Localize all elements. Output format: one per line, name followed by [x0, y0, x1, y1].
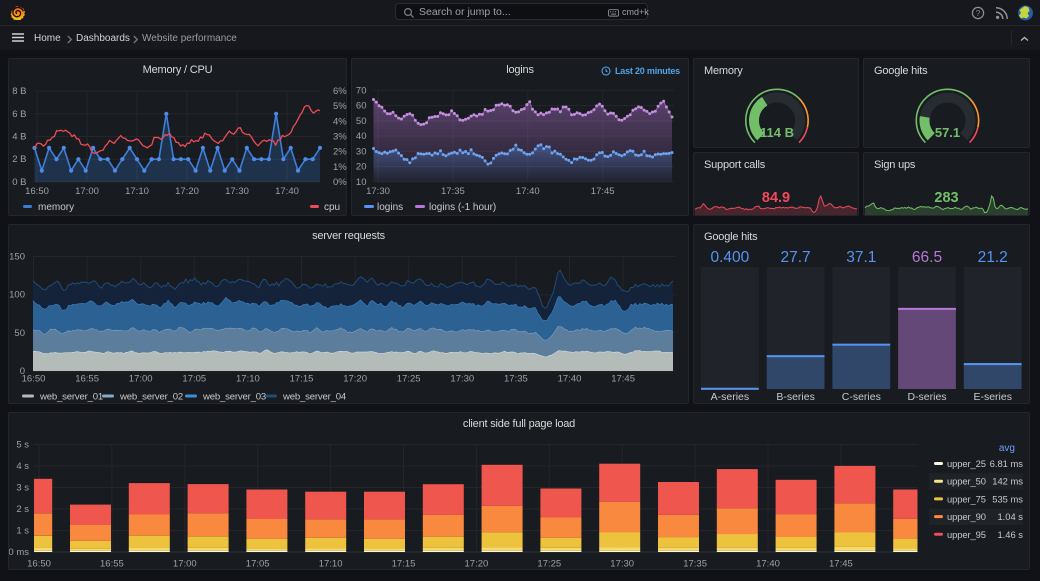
- svg-text:C-series: C-series: [842, 391, 881, 403]
- svg-text:6.81 ms: 6.81 ms: [990, 458, 1024, 469]
- svg-text:E-series: E-series: [973, 391, 1012, 403]
- svg-text:D-series: D-series: [907, 391, 946, 403]
- svg-text:16:55: 16:55: [75, 374, 99, 385]
- svg-text:avg: avg: [999, 443, 1015, 454]
- svg-text:535 ms: 535 ms: [992, 493, 1023, 504]
- svg-text:17:05: 17:05: [246, 559, 270, 570]
- svg-text:3%: 3%: [333, 132, 347, 143]
- svg-text:17:40: 17:40: [516, 186, 540, 197]
- svg-text:1.46 s: 1.46 s: [997, 529, 1023, 540]
- svg-text:40: 40: [356, 131, 367, 142]
- svg-text:17:40: 17:40: [756, 559, 780, 570]
- svg-text:0 ms: 0 ms: [9, 547, 29, 558]
- svg-text:10: 10: [356, 177, 367, 188]
- svg-text:17:15: 17:15: [290, 374, 314, 385]
- svg-text:A-series: A-series: [711, 391, 750, 403]
- svg-text:17:35: 17:35: [441, 186, 465, 197]
- svg-text:17:10: 17:10: [236, 374, 260, 385]
- svg-text:upper_50: upper_50: [947, 476, 986, 487]
- svg-text:57.1: 57.1: [935, 125, 960, 140]
- svg-text:17:20: 17:20: [465, 559, 489, 570]
- svg-text:60: 60: [356, 101, 367, 112]
- svg-text:17:35: 17:35: [504, 374, 528, 385]
- svg-text:1 s: 1 s: [16, 526, 29, 537]
- svg-text:17:40: 17:40: [275, 186, 299, 197]
- svg-text:150: 150: [9, 252, 25, 263]
- svg-text:logins (-1 hour): logins (-1 hour): [429, 202, 496, 213]
- svg-text:8 B: 8 B: [12, 86, 26, 97]
- svg-text:66.5: 66.5: [912, 249, 942, 266]
- svg-text:4%: 4%: [333, 116, 347, 127]
- svg-text:17:15: 17:15: [392, 559, 416, 570]
- svg-text:16:55: 16:55: [100, 559, 124, 570]
- svg-text:1.04 s: 1.04 s: [997, 511, 1023, 522]
- svg-text:5%: 5%: [333, 101, 347, 112]
- svg-text:17:20: 17:20: [343, 374, 367, 385]
- svg-text:50: 50: [14, 328, 25, 339]
- svg-text:17:30: 17:30: [610, 559, 634, 570]
- svg-text:17:00: 17:00: [129, 374, 153, 385]
- svg-text:17:25: 17:25: [397, 374, 421, 385]
- svg-text:17:45: 17:45: [591, 186, 615, 197]
- svg-text:memory: memory: [38, 202, 74, 213]
- svg-text:upper_90: upper_90: [947, 511, 986, 522]
- svg-text:web_server_02: web_server_02: [119, 392, 183, 403]
- svg-text:17:00: 17:00: [75, 186, 99, 197]
- svg-text:17:10: 17:10: [125, 186, 149, 197]
- svg-text:70: 70: [356, 85, 367, 96]
- svg-text:17:35: 17:35: [683, 559, 707, 570]
- svg-text:2 B: 2 B: [12, 154, 26, 165]
- svg-text:16:50: 16:50: [25, 186, 49, 197]
- svg-text:27.7: 27.7: [781, 249, 811, 266]
- svg-text:20: 20: [356, 162, 367, 173]
- svg-text:3 s: 3 s: [16, 483, 29, 494]
- svg-text:100: 100: [9, 290, 25, 301]
- svg-text:B-series: B-series: [776, 391, 815, 403]
- svg-text:17:30: 17:30: [366, 186, 390, 197]
- svg-text:17:00: 17:00: [173, 559, 197, 570]
- svg-text:30: 30: [356, 146, 367, 157]
- svg-text:6 B: 6 B: [12, 109, 26, 120]
- svg-text:21.2: 21.2: [978, 249, 1008, 266]
- svg-text:4 s: 4 s: [16, 461, 29, 472]
- svg-text:cpu: cpu: [324, 202, 340, 213]
- svg-text:17:30: 17:30: [450, 374, 474, 385]
- svg-text:142 ms: 142 ms: [992, 476, 1023, 487]
- svg-text:logins: logins: [377, 202, 403, 213]
- svg-text:17:20: 17:20: [175, 186, 199, 197]
- svg-text:0%: 0%: [333, 177, 347, 188]
- svg-text:17:45: 17:45: [611, 374, 635, 385]
- svg-text:17:30: 17:30: [225, 186, 249, 197]
- svg-text:1%: 1%: [333, 162, 347, 173]
- svg-text:17:05: 17:05: [182, 374, 206, 385]
- svg-text:5 s: 5 s: [16, 440, 29, 451]
- svg-text:upper_25: upper_25: [947, 458, 986, 469]
- svg-text:114 B: 114 B: [760, 125, 794, 140]
- svg-text:upper_95: upper_95: [947, 529, 986, 540]
- svg-text:2%: 2%: [333, 147, 347, 158]
- svg-text:0.400: 0.400: [711, 249, 750, 266]
- svg-text:web_server_01: web_server_01: [39, 392, 103, 403]
- svg-text:upper_75: upper_75: [947, 493, 986, 504]
- svg-text:web_server_04: web_server_04: [282, 392, 347, 403]
- svg-text:50: 50: [356, 116, 367, 127]
- svg-text:6%: 6%: [333, 86, 347, 97]
- svg-text:37.1: 37.1: [846, 249, 876, 266]
- svg-text:16:50: 16:50: [22, 374, 46, 385]
- svg-text:17:10: 17:10: [319, 559, 343, 570]
- svg-text:4 B: 4 B: [12, 132, 26, 143]
- svg-text:17:25: 17:25: [537, 559, 561, 570]
- svg-text:web_server_03: web_server_03: [202, 392, 266, 403]
- svg-text:2 s: 2 s: [16, 504, 29, 515]
- svg-text:17:40: 17:40: [558, 374, 582, 385]
- svg-text:17:45: 17:45: [829, 559, 853, 570]
- svg-text:16:50: 16:50: [27, 559, 51, 570]
